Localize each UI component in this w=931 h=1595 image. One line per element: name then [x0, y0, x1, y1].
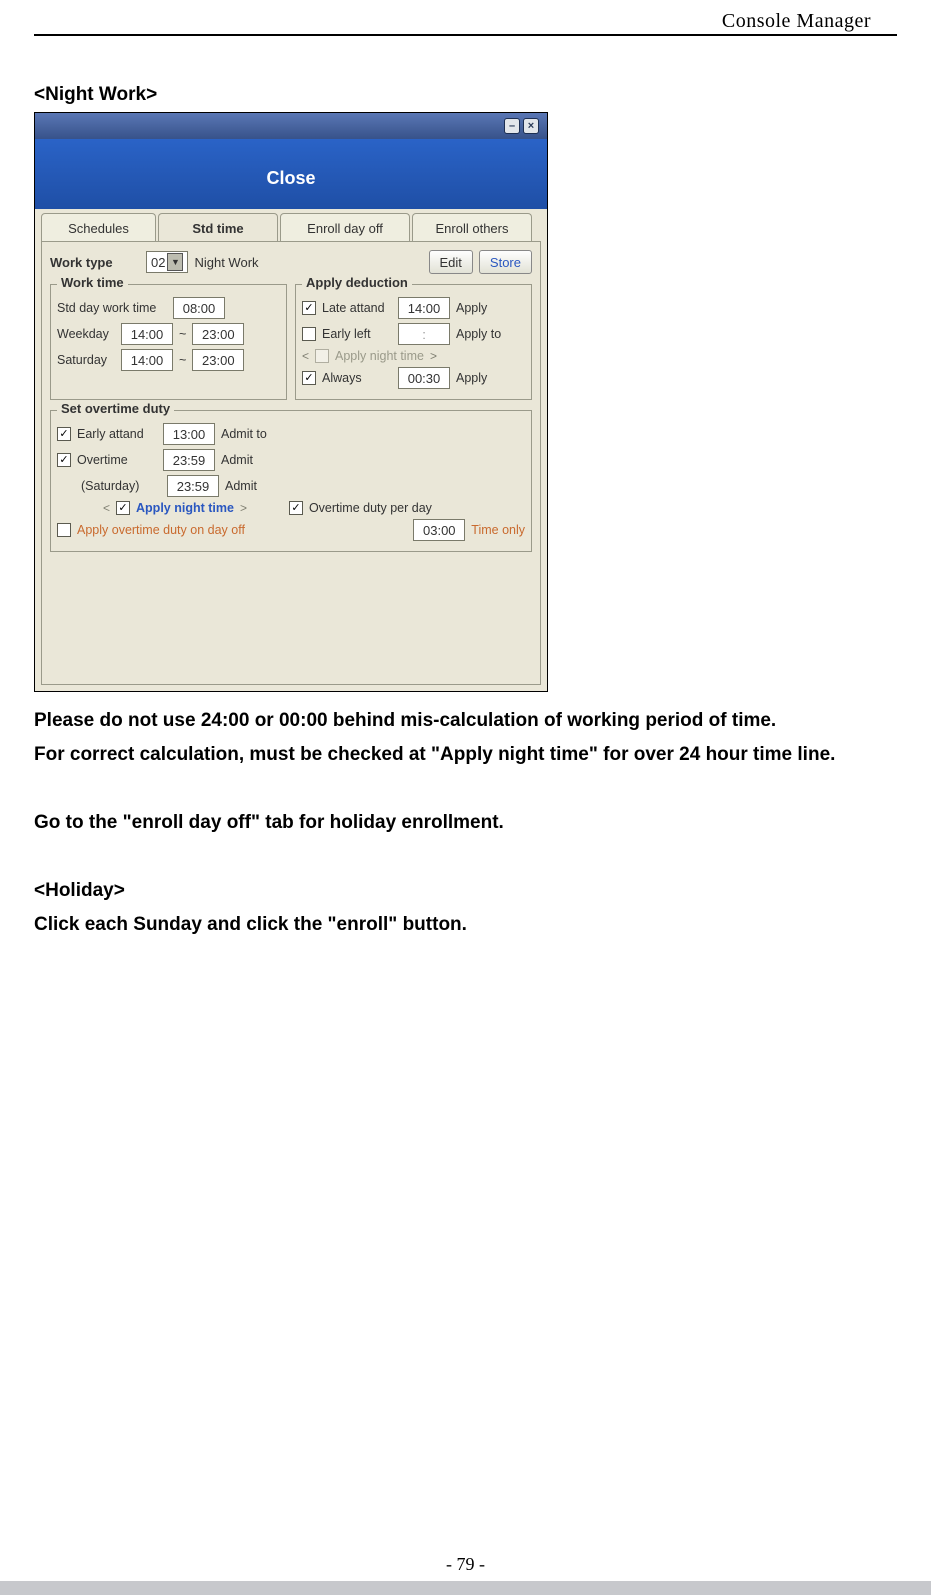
apply-to-label: Apply to [456, 327, 501, 341]
night-check-deduction[interactable] [315, 349, 329, 363]
std-day-label: Std day work time [57, 301, 167, 315]
tilde: ~ [179, 327, 186, 341]
saturday-from-input[interactable]: 14:00 [121, 349, 173, 371]
late-attend-check[interactable] [302, 301, 316, 315]
dayoff-check[interactable] [57, 523, 71, 537]
perday-label: Overtime duty per day [309, 501, 432, 515]
work-time-group: Work time Std day work time 08:00 Weekda… [50, 284, 287, 400]
arrow-right-icon[interactable]: > [430, 349, 437, 363]
weekday-from-input[interactable]: 14:00 [121, 323, 173, 345]
tab-enroll-day-off[interactable]: Enroll day off [280, 213, 410, 243]
tab-enroll-others[interactable]: Enroll others [412, 213, 532, 243]
overtime-label: Overtime [77, 453, 157, 467]
std-day-input[interactable]: 08:00 [173, 297, 225, 319]
early-left-check[interactable] [302, 327, 316, 341]
edit-button[interactable]: Edit [429, 250, 473, 274]
always-input[interactable]: 00:30 [398, 367, 450, 389]
saturday-ot-input[interactable]: 23:59 [167, 475, 219, 497]
dayoff-label: Apply overtime duty on day off [77, 523, 245, 537]
overtime-legend: Set overtime duty [57, 401, 174, 416]
work-type-value: 02 [151, 255, 165, 270]
saturday-ot-label: (Saturday) [81, 479, 161, 493]
work-time-legend: Work time [57, 275, 128, 290]
store-button[interactable]: Store [479, 250, 532, 274]
late-attend-label: Late attand [322, 301, 392, 315]
weekday-to-input[interactable]: 23:00 [192, 323, 244, 345]
work-type-label: Work type [50, 255, 140, 270]
page-number: - 79 - [0, 1554, 931, 1575]
tilde2: ~ [179, 353, 186, 367]
early-left-label: Early left [322, 327, 392, 341]
early-attend-input[interactable]: 13:00 [163, 423, 215, 445]
section-holiday: <Holiday> [34, 874, 897, 908]
minimize-icon[interactable]: – [504, 118, 520, 134]
time-only-label: Time only [471, 523, 525, 537]
note-line-2: For correct calculation, must be checked… [34, 738, 897, 772]
apply-night-ot-check[interactable] [116, 501, 130, 515]
apply-label1: Apply [456, 301, 487, 315]
always-label: Always [322, 371, 392, 385]
arrow-right-icon-2[interactable]: > [240, 501, 247, 515]
note-line-1: Please do not use 24:00 or 00:00 behind … [34, 704, 897, 738]
perday-input[interactable]: 03:00 [413, 519, 465, 541]
footer-bar [0, 1581, 931, 1595]
apply-deduction-legend: Apply deduction [302, 275, 412, 290]
chevron-down-icon: ▼ [167, 253, 183, 271]
apply-deduction-group: Apply deduction Late attand 14:00 Apply … [295, 284, 532, 400]
header-title: Console Manager [722, 10, 871, 33]
embedded-screenshot: – × Close Schedules Std time Enroll day … [34, 112, 548, 692]
tab-schedules[interactable]: Schedules [41, 213, 156, 243]
overtime-input[interactable]: 23:59 [163, 449, 215, 471]
note-line-4: Click each Sunday and click the "enroll"… [34, 908, 897, 942]
overtime-check[interactable] [57, 453, 71, 467]
apply-label2: Apply [456, 371, 487, 385]
apply-night-deduction-label: Apply night time [335, 349, 424, 363]
work-type-name: Night Work [194, 255, 258, 270]
overtime-group: Set overtime duty Early attand 13:00 Adm… [50, 410, 532, 552]
saturday-label: Saturday [57, 353, 115, 367]
early-left-input[interactable]: : [398, 323, 450, 345]
late-attend-input[interactable]: 14:00 [398, 297, 450, 319]
close-button[interactable]: Close [35, 168, 547, 189]
weekday-label: Weekday [57, 327, 115, 341]
arrow-left-icon-2[interactable]: < [103, 501, 110, 515]
early-attend-check[interactable] [57, 427, 71, 441]
saturday-to-input[interactable]: 23:00 [192, 349, 244, 371]
always-check[interactable] [302, 371, 316, 385]
admit-label2: Admit [225, 479, 257, 493]
tab-std-time[interactable]: Std time [158, 213, 278, 243]
admit-label1: Admit [221, 453, 253, 467]
perday-check[interactable] [289, 501, 303, 515]
arrow-left-icon[interactable]: < [302, 349, 309, 363]
close-icon[interactable]: × [523, 118, 539, 134]
early-attend-label: Early attand [77, 427, 157, 441]
header-rule [34, 34, 897, 36]
section-night-work: <Night Work> [34, 84, 897, 106]
apply-night-ot-label: Apply night time [136, 501, 234, 515]
panel: Work type 02 ▼ Night Work Edit Store Wor… [41, 241, 541, 685]
admit-to-label: Admit to [221, 427, 267, 441]
note-line-3: Go to the "enroll day off" tab for holid… [34, 806, 897, 840]
work-type-select[interactable]: 02 ▼ [146, 251, 188, 273]
window-titlebar: – × [35, 113, 547, 139]
